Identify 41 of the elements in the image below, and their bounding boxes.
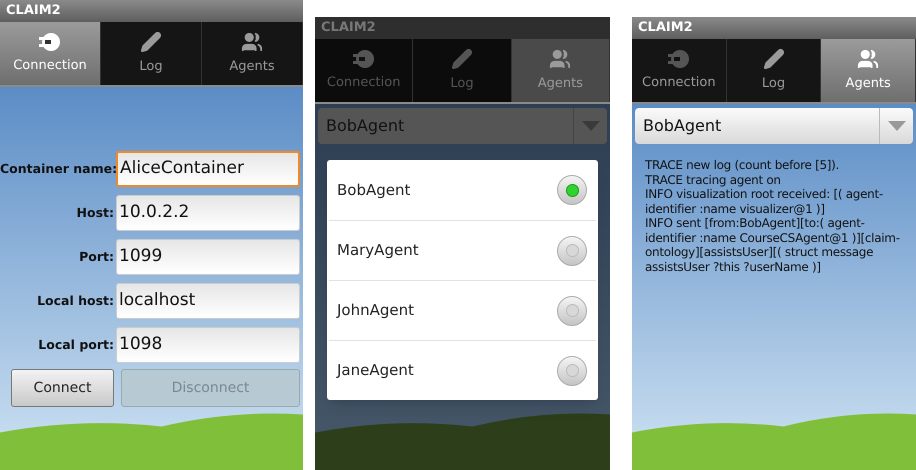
text-field[interactable]: AliceContainer [116,151,300,187]
title-bar: CLAIM2 [632,17,916,39]
field-label: Host: [76,204,115,222]
tab[interactable]: Agents [202,22,303,85]
pencil-icon [140,30,162,53]
caret-icon [582,121,600,131]
agent-option[interactable]: BobAgent [329,160,596,220]
log-text: TRACE new log (count before [5]). TRACE tracing agent on INFO visualization root received: [( agent- identifier :name visualizer@1 )] INFO sent [from:BobAgent][to:( agent- identifier :name CourseCSAgent@1 )][claim- ontology][assistsUser][( struct message assistsUser ?this ?userName )] [644,157,901,274]
text-field[interactable]: localhost [116,283,300,319]
tab[interactable]: Connection [0,22,101,85]
people-icon [857,48,880,70]
caret-icon [888,121,906,131]
title-bar: CLAIM2 [315,17,610,39]
plug-icon [666,48,692,69]
radio-button[interactable] [557,356,587,386]
agent-option[interactable]: JaneAgent [329,340,596,400]
tab[interactable]: Agents [821,39,916,102]
tab[interactable]: Log [101,22,202,85]
agent-dropdown[interactable]: BobAgent [635,108,913,144]
action-button[interactable]: Connect [11,369,114,407]
field-label: Container name: [0,160,116,178]
plug-icon [37,32,63,52]
pencil-icon [762,48,784,70]
plug-icon [350,48,377,69]
people-icon [549,48,572,70]
field-label: Port: [78,248,115,266]
agent-option[interactable]: JohnAgent [329,280,596,340]
text-field[interactable]: 1099 [116,239,300,275]
field-label: Local port: [37,336,115,354]
radio-button[interactable] [557,236,587,266]
radio-button[interactable] [557,175,587,205]
field-label: Local host: [36,292,115,310]
title-bar: CLAIM2 [0,0,303,22]
people-icon [241,30,263,53]
pencil-icon [450,48,473,70]
text-field[interactable]: 10.0.2.2 [116,195,300,231]
tab[interactable]: Connection [632,39,727,102]
radio-button[interactable] [557,296,587,326]
tab[interactable]: Log [726,39,822,102]
text-field[interactable]: 1098 [116,327,300,363]
agent-option[interactable]: MaryAgent [329,220,596,280]
